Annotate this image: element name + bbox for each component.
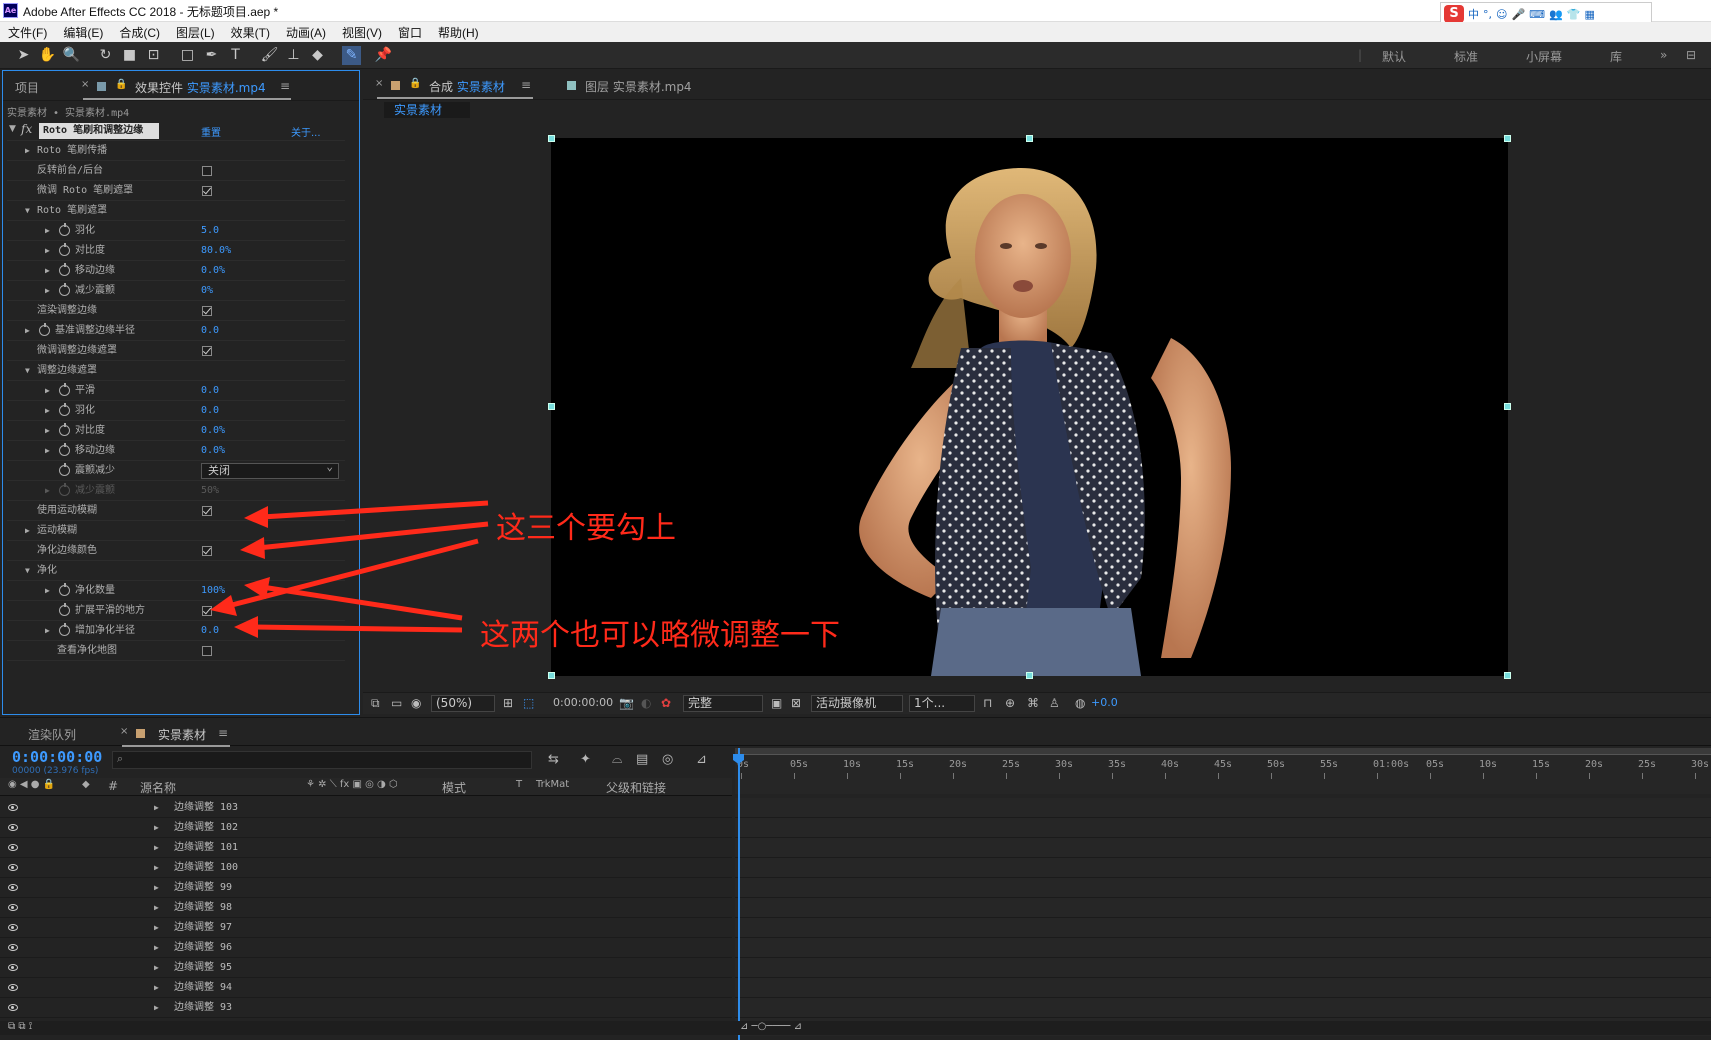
annotation-arrowhead [244, 506, 268, 528]
annotation-note-adjust-two: 这两个也可以略微调整一下 [480, 618, 840, 653]
annotation-arrow [257, 521, 489, 551]
annotation-arrowhead [210, 595, 237, 616]
annotation-arrowhead [244, 577, 270, 599]
annotation-arrowhead [240, 537, 265, 559]
annotation-arrows [210, 500, 489, 638]
annotation-arrowhead [234, 616, 258, 638]
annotation-arrow [251, 624, 463, 633]
annotation-note-check-three: 这三个要勾上 [496, 511, 676, 546]
annotation-arrow [261, 584, 463, 621]
annotation-arrow [261, 500, 489, 520]
